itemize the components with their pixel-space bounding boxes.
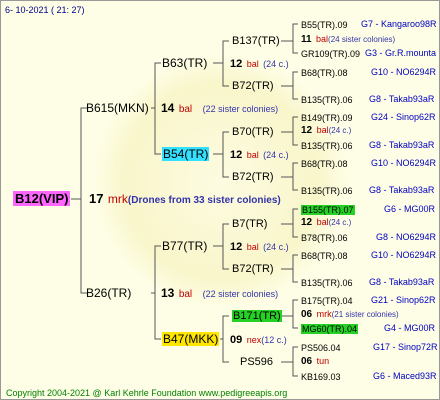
g2-node-name: B77(TR) <box>162 239 208 253</box>
g4-node: MG60(TR).04 <box>301 324 359 334</box>
g3-node-name: B137(TR) <box>232 35 280 47</box>
g4-ref: G10 - NO6294R <box>371 67 437 77</box>
g4-node: B135(TR).06 <box>301 95 353 105</box>
pedigree-chart: 6- 10-2021 ( 21: 27) Copyright 2004-2021… <box>0 0 440 400</box>
g4-node: B55(TR).09 <box>301 20 348 30</box>
g4-ref: G8 - Takab93aR <box>369 185 435 195</box>
g4-node: B135(TR).06 <box>301 141 353 151</box>
g3-drone-info: 06 tun <box>301 356 330 367</box>
g4-ref: G6 - Maced93R <box>373 371 437 381</box>
copyright-footer: Copyright 2004-2021 @ Karl Kehrle Founda… <box>6 388 288 398</box>
root-node: B12(VIP) <box>13 191 71 206</box>
g3-node-name: B7(TR) <box>232 218 268 230</box>
g1-mark: bal <box>178 289 193 300</box>
root-num: 17 <box>89 191 104 206</box>
g2-node-info: 12 bal (24 c.) <box>230 241 289 253</box>
g2-node-name: B47(MKK) <box>162 332 220 346</box>
g4-node: B68(TR).08 <box>301 159 348 169</box>
g4-ref: G4 - MG00R <box>384 323 436 333</box>
g4-node: GR109(TR).09 <box>301 49 361 59</box>
g4-node: B135(TR).06 <box>301 278 353 288</box>
g3-node-name: PS596 <box>240 356 274 368</box>
g4-node: B68(TR).08 <box>301 251 348 261</box>
g4-ref: G8 - Takab93aR <box>369 140 435 150</box>
g1-node-info: 13 bal (22 sister colonies) <box>161 286 278 302</box>
root-drone-info: 17 mrk(Drones from 33 sister colonies) <box>89 192 281 208</box>
g4-node: PS506.04 <box>301 343 341 353</box>
root-mark: mrk <box>107 192 128 206</box>
g4-ref: G21 - Sinop62R <box>371 295 436 305</box>
g4-ref: G8 - NO6294R <box>376 232 437 242</box>
g4-ref: G8 - Takab93aR <box>369 277 435 287</box>
g1-node-name: B26(TR) <box>86 286 132 300</box>
g1-comment: (22 sister colonies) <box>202 289 279 299</box>
g1-mark: bal <box>178 104 193 115</box>
g4-node: B175(TR).04 <box>301 296 353 306</box>
g4-ref: G17 - Sinop72R <box>373 342 438 352</box>
g4-ref: G10 - NO6294R <box>371 158 437 168</box>
g4-node: B68(TR).08 <box>301 68 348 78</box>
g4-node: B149(TR).09 <box>301 113 353 123</box>
g4-ref: G24 - Sinop62R <box>371 112 436 122</box>
g2-node-info: 12 bal (24 c.) <box>230 149 289 161</box>
print-date: 6- 10-2021 ( 21: 27) <box>5 5 85 15</box>
g3-node-name: B72(TR) <box>232 263 274 275</box>
g3-drone-info: 11 bal(24 sister colonies) <box>301 34 396 45</box>
g4-ref: G3 - Gr.R.mounta <box>365 48 437 58</box>
g2-node-info: 12 bal (24 c.) <box>230 58 289 70</box>
g4-node: B78(TR).06 <box>301 233 348 243</box>
g4-ref: G6 - MG00R <box>384 204 436 214</box>
g3-node-name: B72(TR) <box>232 171 274 183</box>
root-name: B12(VIP) <box>13 191 71 206</box>
g2-node-info: 09 nex(12 c.) <box>230 334 287 346</box>
g1-node-name: B615(MKN) <box>86 101 149 115</box>
g3-node-name: B72(TR) <box>232 80 274 92</box>
g4-node: B135(TR).06 <box>301 186 353 196</box>
g1-num: 14 <box>161 101 175 115</box>
g3-node-name: B70(TR) <box>232 126 274 138</box>
g3-drone-info: 06 mrk(21 sister colonies) <box>301 309 399 320</box>
g4-ref: G10 - NO6294R <box>371 250 437 260</box>
g1-num: 13 <box>161 286 175 300</box>
g2-node-name: B63(TR) <box>162 56 208 70</box>
g2-node-name: B54(TR) <box>162 147 210 161</box>
g4-ref: G8 - Takab93aR <box>369 94 435 104</box>
g4-ref: G7 - Kangaroo98R <box>361 19 437 29</box>
g3-node-name: B171(TR) <box>232 310 282 322</box>
g1-node-info: 14 bal (22 sister colonies) <box>161 101 278 117</box>
g4-node: KB169.03 <box>301 372 341 382</box>
g4-node: B155(TR).07 <box>301 205 355 215</box>
root-comment: (Drones from 33 sister colonies) <box>127 195 281 206</box>
g1-comment: (22 sister colonies) <box>202 104 279 114</box>
